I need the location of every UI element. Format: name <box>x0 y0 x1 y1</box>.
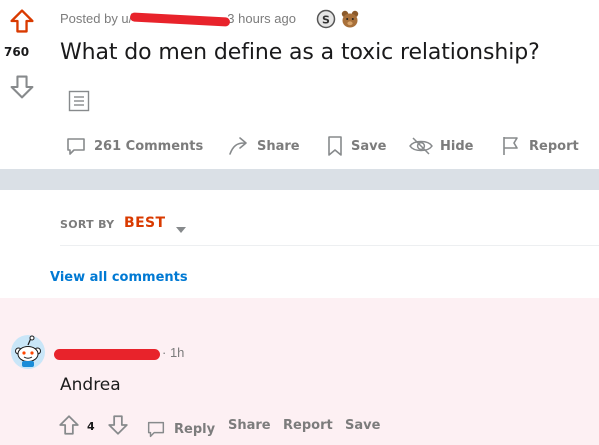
downvote-button[interactable] <box>9 74 35 105</box>
share-button[interactable]: Share <box>227 133 300 159</box>
redacted-username <box>130 12 231 27</box>
comment-body: Andrea <box>60 375 121 395</box>
comments-count-label: 261 Comments <box>94 138 204 154</box>
upvote-arrow-icon <box>10 9 34 33</box>
upvote-button[interactable] <box>9 8 35 39</box>
comment-reply-button[interactable]: Reply <box>144 418 215 440</box>
bronze-award-icon[interactable] <box>340 9 360 34</box>
comment-time: · 1h <box>162 345 185 360</box>
save-button[interactable]: Save <box>325 133 386 159</box>
sort-dropdown[interactable]: BEST <box>124 215 165 231</box>
sort-by-label: SORT BY <box>60 218 115 231</box>
comment-save-button[interactable]: Save <box>345 418 380 433</box>
post-meta: Posted by u/3 hours ago <box>60 11 296 27</box>
save-label: Save <box>351 138 387 154</box>
comment-bubble-icon <box>147 421 165 438</box>
redacted-commenter-name <box>54 349 160 360</box>
comment-score: 4 <box>87 420 95 433</box>
flag-icon <box>503 137 518 155</box>
comment-upvote-button[interactable] <box>58 414 80 441</box>
comment-downvote-button[interactable] <box>107 414 129 441</box>
hide-button[interactable]: Hide <box>408 133 473 159</box>
downvote-arrow-icon <box>108 415 128 435</box>
bookmark-icon <box>328 136 342 156</box>
eye-slash-icon <box>409 137 433 155</box>
post-score: 760 <box>4 45 30 59</box>
comment-report-button[interactable]: Report <box>283 418 333 433</box>
silver-award-icon[interactable]: S <box>316 9 336 34</box>
share-arrow-icon <box>229 137 247 155</box>
report-label: Report <box>529 138 579 154</box>
share-label: Share <box>257 138 300 154</box>
view-all-comments-link[interactable]: View all comments <box>50 270 188 285</box>
comment-share-button[interactable]: Share <box>228 418 271 433</box>
svg-text:S: S <box>322 13 330 26</box>
caret-down-icon[interactable] <box>176 221 186 239</box>
section-separator <box>0 169 599 190</box>
comments-button[interactable]: 261 Comments <box>64 133 203 159</box>
comment-bubble-icon <box>67 138 85 155</box>
posted-by-label[interactable]: Posted by u/ <box>60 11 132 26</box>
text-post-icon <box>68 90 90 117</box>
reply-label: Reply <box>174 421 216 437</box>
upvote-arrow-icon <box>59 415 79 435</box>
report-button[interactable]: Report <box>499 133 579 159</box>
sort-divider <box>60 245 599 246</box>
hide-label: Hide <box>440 138 474 154</box>
snoo-avatar-icon[interactable] <box>10 334 46 375</box>
post-title[interactable]: What do men define as a toxic relationsh… <box>60 40 540 65</box>
post-time: 3 hours ago <box>227 11 296 26</box>
downvote-arrow-icon <box>10 75 34 99</box>
